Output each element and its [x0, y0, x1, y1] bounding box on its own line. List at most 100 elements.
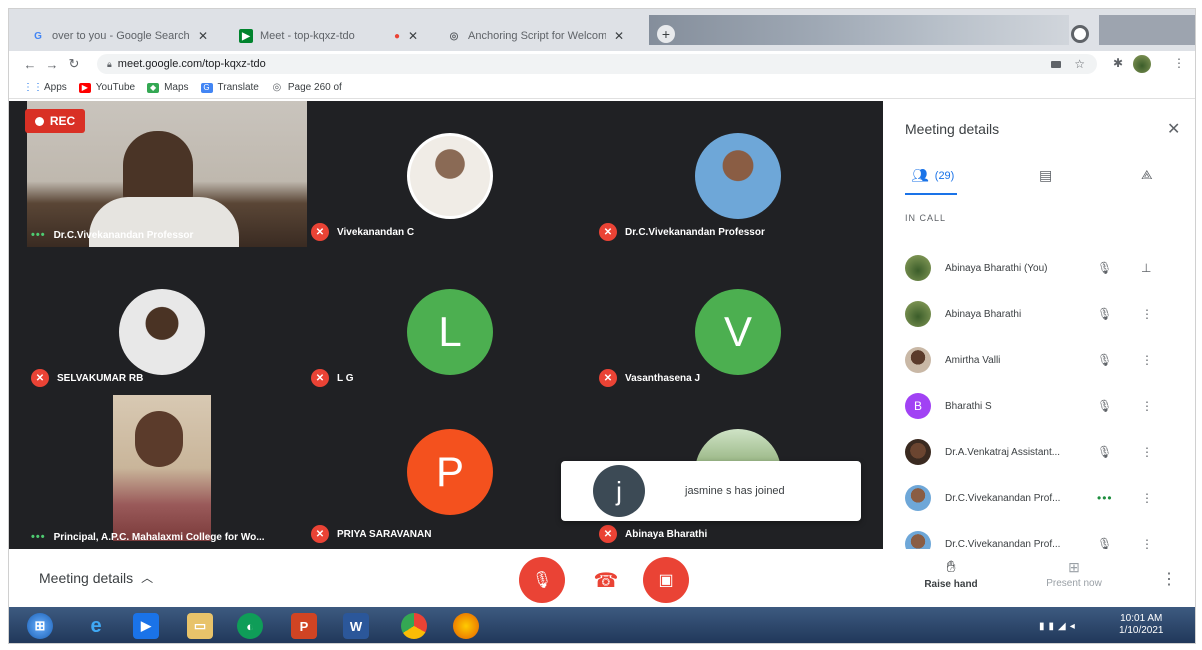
bookmark-youtube[interactable]: ▶ YouTube [78, 82, 135, 93]
mic-off-icon: ✕ [31, 369, 49, 387]
tab-activities[interactable]: ⟁ [1141, 167, 1153, 183]
close-icon[interactable]: ✕ [198, 29, 208, 43]
participant-avatar [407, 133, 493, 219]
mic-off-icon: ✕ [311, 369, 329, 387]
activities-icon: ⟁ [1141, 167, 1153, 182]
video-tile[interactable]: L ✕ L G [307, 247, 595, 393]
chevron-up-icon: ︿ [141, 571, 154, 585]
tile-label: ✕ Vasanthasena J [599, 369, 700, 387]
address-row: ← → ↻ 🔒︎ meet.google.com/top-kqxz-tdo ☆ … [9, 51, 1195, 77]
more-vert-icon[interactable]: ⋮ [1173, 56, 1185, 70]
clock-date: 1/10/2021 [1119, 625, 1164, 636]
bookmark-page-260[interactable]: ◎ Page 260 of [271, 82, 342, 93]
powerpoint-icon[interactable]: P [291, 613, 317, 639]
participant-name: Abinaya Bharathi (You) [945, 262, 1048, 274]
mic-off-icon: 🎙︎ [1097, 353, 1113, 367]
close-icon[interactable]: ✕ [614, 29, 624, 43]
microphone-toggle-button[interactable]: 🎙︎ [519, 557, 565, 603]
profile-avatar[interactable] [1133, 55, 1151, 73]
web-icon: ◎ [272, 82, 282, 93]
address-bar[interactable]: 🔒︎ meet.google.com/top-kqxz-tdo ☆ [97, 54, 1097, 74]
participant-name: Dr.A.Venkatraj Assistant... [945, 446, 1061, 458]
tab-anchoring-script[interactable]: ◎ Anchoring Script for Welcoming ✕ [439, 21, 647, 51]
participant-avatar: B [905, 393, 931, 419]
present-now-button[interactable]: ⊞ Present now [1039, 559, 1109, 589]
extensions-icon[interactable]: ✱ [1113, 56, 1123, 70]
more-vert-icon[interactable]: ⋮ [1141, 399, 1153, 413]
tile-label: ✕ Abinaya Bharathi [599, 525, 707, 543]
meeting-details-button[interactable]: Meeting details ︿ [39, 569, 153, 586]
tab-chat[interactable]: ▤ [1039, 167, 1052, 184]
raise-hand-button[interactable]: ✋︎ Raise hand [921, 559, 981, 590]
video-tile[interactable]: V ✕ Vasanthasena J [595, 247, 883, 393]
meeting-controls-bar: Meeting details ︿ 🎙︎ ☎︎ ▣ ✋︎ Raise hand … [9, 549, 1195, 607]
more-vert-icon[interactable]: ⋮ [1161, 569, 1177, 589]
more-vert-icon[interactable]: ⋮ [1141, 353, 1153, 367]
back-icon[interactable]: ← [19, 57, 41, 72]
clock-time: 10:01 AM [1120, 613, 1163, 624]
reload-icon[interactable]: ↻ [63, 56, 85, 72]
tab-people[interactable]: 👥︎ (29) [911, 167, 954, 184]
video-tile[interactable]: ••• Principal, A.P.C. Mahalaxmi College … [27, 393, 307, 549]
edge-icon[interactable]: ◐ [237, 613, 263, 639]
more-vert-icon[interactable]: ⋮ [1141, 445, 1153, 459]
apps-grid-icon: ⋮⋮ [23, 82, 43, 93]
participant-row[interactable]: B Bharathi S 🎙︎ ⋮ [883, 383, 1195, 429]
tab-title: over to you - Google Search [52, 30, 190, 42]
web-icon: ◎ [449, 30, 459, 42]
taskbar-clock[interactable]: 10:01 AM 1/10/2021 [1119, 613, 1164, 637]
tab-google-search[interactable]: G over to you - Google Search ✕ [23, 21, 231, 51]
url-text[interactable]: meet.google.com/top-kqxz-tdo [118, 58, 266, 70]
video-tile[interactable]: ✕ Vivekanandan C [307, 101, 595, 247]
chrome-icon[interactable] [401, 613, 427, 639]
video-tile[interactable]: ✕ Dr.C.Vivekanandan Professor [595, 101, 883, 247]
tab-title: Meet - top-kqxz-tdo [260, 30, 355, 42]
pin-icon[interactable]: ⊥ [1141, 261, 1151, 275]
bookmarks-bar: ⋮⋮ Apps ▶ YouTube ◆ Maps G Translate ◎ P… [9, 77, 1195, 99]
participant-row[interactable]: Dr.A.Venkatraj Assistant... 🎙︎ ⋮ [883, 429, 1195, 475]
bookmark-translate[interactable]: G Translate [200, 82, 259, 93]
lock-icon: 🔒︎ [107, 58, 112, 69]
new-tab-button[interactable]: + [657, 25, 675, 43]
close-icon[interactable]: ✕ [1167, 119, 1180, 139]
participant-row[interactable]: Abinaya Bharathi (You) 🎙︎ ⊥ [883, 245, 1195, 291]
participant-avatar [695, 133, 781, 219]
tab-meet[interactable]: ▶ Meet - top-kqxz-tdo ● ✕ [231, 21, 439, 51]
ie-icon[interactable]: e [83, 613, 109, 639]
star-icon[interactable]: ☆ [1074, 57, 1085, 71]
participant-name: SELVAKUMAR RB [57, 372, 144, 384]
leave-call-button[interactable]: ☎︎ [583, 557, 629, 603]
participant-row[interactable]: Amirtha Valli 🎙︎ ⋮ [883, 337, 1195, 383]
participant-row[interactable]: Dr.C.Vivekanandan Prof... ••• ⋮ [883, 475, 1195, 521]
tile-label: ✕ Vivekanandan C [311, 223, 414, 241]
firefox-icon[interactable] [453, 613, 479, 639]
participant-name: Dr.C.Vivekanandan Professor [625, 226, 765, 238]
more-vert-icon[interactable]: ⋮ [1141, 307, 1153, 321]
bookmark-apps[interactable]: ⋮⋮ Apps [23, 82, 67, 93]
video-tile[interactable]: ✕ SELVAKUMAR RB [27, 247, 307, 393]
participant-avatar: V [695, 289, 781, 375]
bookmark-maps[interactable]: ◆ Maps [147, 82, 189, 93]
tab-underline [905, 193, 957, 195]
more-vert-icon[interactable]: ⋮ [1141, 491, 1153, 505]
participant-avatar [905, 347, 931, 373]
forward-icon[interactable]: → [41, 57, 63, 72]
translate-icon: G [200, 82, 213, 93]
participant-video-face [135, 411, 183, 467]
camera-toggle-button[interactable]: ▣ [643, 557, 689, 603]
media-player-icon[interactable]: ▶ [133, 613, 159, 639]
close-icon[interactable]: ✕ [408, 29, 418, 43]
word-icon[interactable]: W [343, 613, 369, 639]
tile-label: ✕ PRIYA SARAVANAN [311, 525, 431, 543]
participant-name: Bharathi S [945, 400, 992, 412]
folder-icon[interactable]: ▭ [187, 613, 213, 639]
profile-icon[interactable] [1071, 25, 1089, 43]
record-dot-icon [34, 116, 44, 126]
video-tile[interactable]: P ✕ PRIYA SARAVANAN [307, 393, 595, 549]
hang-up-icon: ☎︎ [593, 569, 619, 592]
system-tray-icons[interactable]: ▮▮◢◂ [1039, 621, 1079, 632]
raise-hand-label: Raise hand [924, 579, 978, 590]
camera-icon[interactable] [1051, 60, 1061, 68]
participant-row[interactable]: Abinaya Bharathi 🎙︎ ⋮ [883, 291, 1195, 337]
start-icon[interactable]: ⊞ [27, 613, 53, 639]
